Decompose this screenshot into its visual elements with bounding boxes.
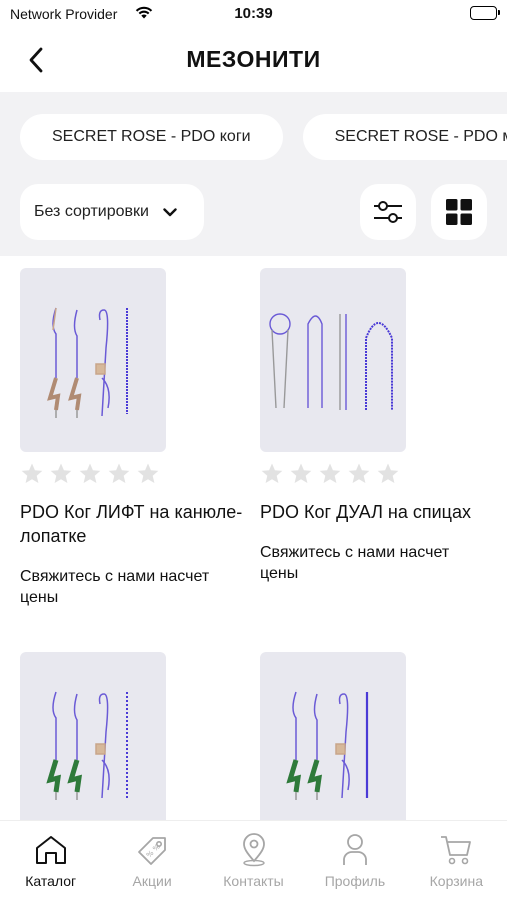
location-pin-icon [240, 833, 268, 867]
thread-green-cannula-image [46, 691, 128, 800]
star-icon [319, 463, 341, 483]
battery-icon [470, 6, 500, 20]
chevron-down-icon [163, 207, 177, 217]
sort-dropdown[interactable]: Без сортировки [20, 184, 204, 240]
star-icon [290, 463, 312, 483]
home-icon [34, 833, 68, 867]
product-card[interactable] [260, 652, 485, 820]
tag-icon: % % [135, 833, 169, 867]
product-card[interactable] [20, 652, 245, 820]
product-image[interactable] [20, 652, 166, 820]
product-name[interactable]: PDO Ког ДУАЛ на спицах [260, 500, 485, 524]
product-image[interactable] [260, 268, 406, 452]
product-name[interactable]: PDO Ког ЛИФТ на канюле-лопатке [20, 500, 245, 548]
tab-profile[interactable]: Профиль [304, 821, 405, 900]
cart-icon [439, 833, 473, 867]
tab-contacts[interactable]: Контакты [203, 821, 304, 900]
tab-promotions[interactable]: % % Акции [101, 821, 202, 900]
person-icon [341, 833, 369, 867]
grid-view-button[interactable] [431, 184, 487, 240]
star-icon [108, 463, 130, 483]
category-chip[interactable]: SECRET ROSE - PDO м [302, 114, 507, 160]
star-icon [50, 463, 72, 483]
category-chips: SECRET ROSE - PDO коги SECRET ROSE - PDO… [20, 114, 507, 160]
nav-header: МЕЗОНИТИ [0, 30, 507, 92]
rating-stars [20, 462, 245, 486]
star-icon [261, 463, 283, 483]
star-icon [21, 463, 43, 483]
tab-label: Акции [132, 873, 172, 889]
star-icon [348, 463, 370, 483]
chevron-left-icon [29, 47, 43, 73]
star-icon [377, 463, 399, 483]
sort-label: Без сортировки [34, 203, 149, 220]
tab-label: Каталог [25, 873, 77, 889]
filter-area: SECRET ROSE - PDO коги SECRET ROSE - PDO… [0, 92, 507, 256]
star-icon [137, 463, 159, 483]
page-title: МЕЗОНИТИ [186, 46, 321, 72]
category-chip[interactable]: SECRET ROSE - PDO коги [20, 114, 283, 160]
clock: 10:39 [234, 5, 273, 22]
product-card[interactable]: PDO Ког ЛИФТ на канюле-лопатке Свяжитесь… [20, 268, 245, 608]
tab-bar: Каталог % % Акции Контакты Профиль Корзи… [0, 820, 507, 900]
tab-catalog[interactable]: Каталог [0, 821, 101, 900]
product-card[interactable]: PDO Ког ДУАЛ на спицах Свяжитесь с нами … [260, 268, 485, 584]
tab-label: Корзина [429, 873, 483, 889]
tab-cart[interactable]: Корзина [406, 821, 507, 900]
product-grid: PDO Ког ЛИФТ на канюле-лопатке Свяжитесь… [0, 256, 507, 820]
star-icon [79, 463, 101, 483]
tab-label: Профиль [324, 873, 386, 889]
status-bar: Network Provider 10:39 [0, 0, 507, 28]
rating-stars [260, 462, 485, 486]
thread-dual-image [269, 313, 393, 410]
thread-cog-lift-image [47, 307, 128, 418]
product-price: Свяжитесь с нами насчет цены [260, 544, 450, 582]
filter-button[interactable] [360, 184, 416, 240]
product-price: Свяжитесь с нами насчет цены [20, 568, 210, 606]
product-image[interactable] [20, 268, 166, 452]
grid-view-icon [446, 199, 472, 225]
tab-label: Контакты [223, 873, 284, 889]
back-button[interactable] [18, 42, 54, 78]
product-image[interactable] [260, 652, 406, 820]
thread-green-cannula-image [286, 691, 369, 800]
sliders-icon [374, 201, 402, 223]
